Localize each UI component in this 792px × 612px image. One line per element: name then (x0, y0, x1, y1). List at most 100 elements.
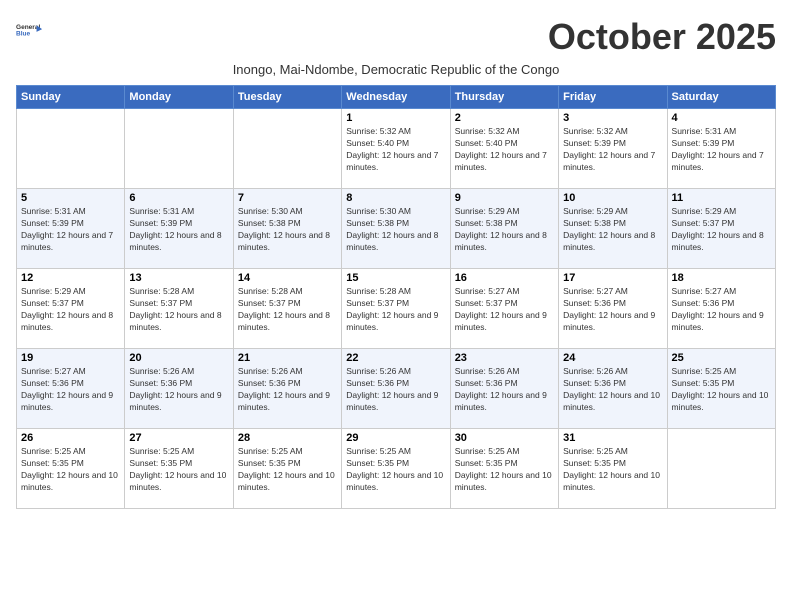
day-number: 3 (563, 112, 662, 124)
day-info: Sunrise: 5:28 AMSunset: 5:37 PMDaylight:… (129, 286, 228, 334)
day-header-wednesday: Wednesday (342, 86, 450, 109)
day-number: 4 (672, 112, 771, 124)
day-header-monday: Monday (125, 86, 233, 109)
day-number: 13 (129, 272, 228, 284)
day-info: Sunrise: 5:25 AMSunset: 5:35 PMDaylight:… (346, 446, 445, 494)
day-number: 1 (346, 112, 445, 124)
week-row-1: 1 Sunrise: 5:32 AMSunset: 5:40 PMDaylight… (17, 109, 776, 189)
calendar-cell: 26 Sunrise: 5:25 AMSunset: 5:35 PMDayligh… (17, 429, 125, 509)
calendar-cell: 25 Sunrise: 5:25 AMSunset: 5:35 PMDayligh… (667, 349, 775, 429)
day-info: Sunrise: 5:29 AMSunset: 5:38 PMDaylight:… (563, 206, 662, 254)
day-number: 27 (129, 432, 228, 444)
calendar-cell (667, 429, 775, 509)
day-info: Sunrise: 5:25 AMSunset: 5:35 PMDaylight:… (672, 366, 771, 414)
day-info: Sunrise: 5:31 AMSunset: 5:39 PMDaylight:… (672, 126, 771, 174)
day-info: Sunrise: 5:25 AMSunset: 5:35 PMDaylight:… (129, 446, 228, 494)
day-info: Sunrise: 5:26 AMSunset: 5:36 PMDaylight:… (238, 366, 337, 414)
day-info: Sunrise: 5:32 AMSunset: 5:40 PMDaylight:… (346, 126, 445, 174)
day-info: Sunrise: 5:26 AMSunset: 5:36 PMDaylight:… (129, 366, 228, 414)
calendar-cell (17, 109, 125, 189)
calendar-cell: 28Sunrise: 5:25 AMSunset: 5:35 PMDayligh… (233, 429, 341, 509)
logo-icon: GeneralBlue (16, 16, 44, 44)
day-info: Sunrise: 5:32 AMSunset: 5:40 PMDaylight:… (455, 126, 554, 174)
calendar-cell: 8 Sunrise: 5:30 AMSunset: 5:38 PMDaylight… (342, 189, 450, 269)
calendar-cell: 6 Sunrise: 5:31 AMSunset: 5:39 PMDaylight… (125, 189, 233, 269)
calendar-cell: 31Sunrise: 5:25 AMSunset: 5:35 PMDayligh… (559, 429, 667, 509)
day-number: 6 (129, 192, 228, 204)
day-number: 17 (563, 272, 662, 284)
calendar-cell: 30 Sunrise: 5:25 AMSunset: 5:35 PMDayligh… (450, 429, 558, 509)
day-info: Sunrise: 5:27 AMSunset: 5:36 PMDaylight:… (563, 286, 662, 334)
day-info: Sunrise: 5:28 AMSunset: 5:37 PMDaylight:… (346, 286, 445, 334)
calendar-table: SundayMondayTuesdayWednesdayThursdayFrid… (16, 85, 776, 509)
day-number: 7 (238, 192, 337, 204)
calendar-cell: 14Sunrise: 5:28 AMSunset: 5:37 PMDayligh… (233, 269, 341, 349)
day-info: Sunrise: 5:27 AMSunset: 5:36 PMDaylight:… (672, 286, 771, 334)
calendar-cell: 4 Sunrise: 5:31 AMSunset: 5:39 PMDaylight… (667, 109, 775, 189)
day-number: 14 (238, 272, 337, 284)
calendar-cell: 3 Sunrise: 5:32 AMSunset: 5:39 PMDaylight… (559, 109, 667, 189)
day-info: Sunrise: 5:26 AMSunset: 5:36 PMDaylight:… (346, 366, 445, 414)
day-number: 31 (563, 432, 662, 444)
calendar-cell: 10Sunrise: 5:29 AMSunset: 5:38 PMDayligh… (559, 189, 667, 269)
day-info: Sunrise: 5:25 AMSunset: 5:35 PMDaylight:… (455, 446, 554, 494)
day-number: 8 (346, 192, 445, 204)
day-number: 11 (672, 192, 771, 204)
calendar-cell: 17 Sunrise: 5:27 AMSunset: 5:36 PMDayligh… (559, 269, 667, 349)
day-info: Sunrise: 5:25 AMSunset: 5:35 PMDaylight:… (21, 446, 120, 494)
calendar-cell: 12 Sunrise: 5:29 AMSunset: 5:37 PMDayligh… (17, 269, 125, 349)
day-number: 23 (455, 352, 554, 364)
day-info: Sunrise: 5:30 AMSunset: 5:38 PMDaylight:… (346, 206, 445, 254)
day-number: 2 (455, 112, 554, 124)
week-row-5: 26 Sunrise: 5:25 AMSunset: 5:35 PMDayligh… (17, 429, 776, 509)
day-info: Sunrise: 5:26 AMSunset: 5:36 PMDaylight:… (455, 366, 554, 414)
calendar-cell: 13 Sunrise: 5:28 AMSunset: 5:37 PMDayligh… (125, 269, 233, 349)
day-info: Sunrise: 5:29 AMSunset: 5:37 PMDaylight:… (21, 286, 120, 334)
day-info: Sunrise: 5:27 AMSunset: 5:37 PMDaylight:… (455, 286, 554, 334)
header: GeneralBlue General Blue October 2025 (16, 16, 776, 58)
day-number: 29 (346, 432, 445, 444)
month-title: October 2025 (548, 16, 776, 58)
day-info: Sunrise: 5:32 AMSunset: 5:39 PMDaylight:… (563, 126, 662, 174)
day-number: 5 (21, 192, 120, 204)
day-header-thursday: Thursday (450, 86, 558, 109)
day-number: 26 (21, 432, 120, 444)
calendar-cell: 9 Sunrise: 5:29 AMSunset: 5:38 PMDaylight… (450, 189, 558, 269)
day-number: 9 (455, 192, 554, 204)
day-header-tuesday: Tuesday (233, 86, 341, 109)
calendar-cell: 18 Sunrise: 5:27 AMSunset: 5:36 PMDayligh… (667, 269, 775, 349)
day-number: 21 (238, 352, 337, 364)
day-number: 30 (455, 432, 554, 444)
day-header-saturday: Saturday (667, 86, 775, 109)
week-row-3: 12 Sunrise: 5:29 AMSunset: 5:37 PMDayligh… (17, 269, 776, 349)
week-row-4: 19Sunrise: 5:27 AMSunset: 5:36 PMDayligh… (17, 349, 776, 429)
calendar-cell: 2 Sunrise: 5:32 AMSunset: 5:40 PMDaylight… (450, 109, 558, 189)
day-number: 20 (129, 352, 228, 364)
calendar-cell: 27 Sunrise: 5:25 AMSunset: 5:35 PMDayligh… (125, 429, 233, 509)
calendar-cell: 1 Sunrise: 5:32 AMSunset: 5:40 PMDaylight… (342, 109, 450, 189)
week-row-2: 5 Sunrise: 5:31 AMSunset: 5:39 PMDaylight… (17, 189, 776, 269)
day-number: 24 (563, 352, 662, 364)
day-number: 22 (346, 352, 445, 364)
day-info: Sunrise: 5:31 AMSunset: 5:39 PMDaylight:… (129, 206, 228, 254)
calendar-cell: 5 Sunrise: 5:31 AMSunset: 5:39 PMDaylight… (17, 189, 125, 269)
day-header-friday: Friday (559, 86, 667, 109)
day-number: 15 (346, 272, 445, 284)
logo: GeneralBlue General Blue (16, 16, 44, 44)
calendar-cell (125, 109, 233, 189)
calendar-cell: 29 Sunrise: 5:25 AMSunset: 5:35 PMDayligh… (342, 429, 450, 509)
days-header-row: SundayMondayTuesdayWednesdayThursdayFrid… (17, 86, 776, 109)
calendar-cell: 19Sunrise: 5:27 AMSunset: 5:36 PMDayligh… (17, 349, 125, 429)
day-info: Sunrise: 5:26 AMSunset: 5:36 PMDaylight:… (563, 366, 662, 414)
day-number: 12 (21, 272, 120, 284)
day-info: Sunrise: 5:27 AMSunset: 5:36 PMDaylight:… (21, 366, 120, 414)
calendar-subtitle: Inongo, Mai-Ndombe, Democratic Republic … (16, 62, 776, 77)
day-info: Sunrise: 5:29 AMSunset: 5:38 PMDaylight:… (455, 206, 554, 254)
day-info: Sunrise: 5:31 AMSunset: 5:39 PMDaylight:… (21, 206, 120, 254)
calendar-cell: 11Sunrise: 5:29 AMSunset: 5:37 PMDayligh… (667, 189, 775, 269)
day-info: Sunrise: 5:30 AMSunset: 5:38 PMDaylight:… (238, 206, 337, 254)
day-number: 25 (672, 352, 771, 364)
calendar-cell: 24 Sunrise: 5:26 AMSunset: 5:36 PMDayligh… (559, 349, 667, 429)
calendar-cell: 21 Sunrise: 5:26 AMSunset: 5:36 PMDayligh… (233, 349, 341, 429)
day-number: 18 (672, 272, 771, 284)
